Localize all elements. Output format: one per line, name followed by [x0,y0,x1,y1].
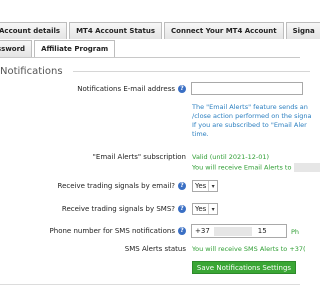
tabs-row-top: Account details MT4 Account Status Conne… [0,22,320,39]
phone-input[interactable]: +37 15 [191,224,287,238]
masked-email [293,163,320,172]
email-signals-label: Receive trading signals by email? [57,182,175,190]
tab-mt4-account-status[interactable]: MT4 Account Status [69,22,163,39]
tab-account-details[interactable]: Account details [0,22,68,39]
subscription-note: You will receive Email Alerts to [192,163,292,172]
subscription-label-row: "Email Alerts" subscription [0,152,186,162]
info-line-3: If you are subscribed to "Email Aler [192,121,307,129]
email-label: Notifications E-mail address [77,84,175,93]
help-icon[interactable]: ? [178,182,186,190]
help-icon[interactable]: ? [178,227,186,235]
section-title: Notifications [0,66,63,77]
email-signals-label-row: Receive trading signals by email? ? [0,180,186,192]
help-icon[interactable]: ? [178,84,186,93]
email-signals-value: Yes [195,182,207,190]
tabs-row-bottom: ssword Affiliate Program [0,40,117,57]
chevron-down-icon: ▾ [208,204,217,214]
subscription-label: "Email Alerts" subscription [92,153,186,161]
save-notifications-button[interactable]: Save Notifications Settings [192,261,296,274]
email-label-row: Notifications E-mail address ? [0,82,186,95]
phone-label-row: Phone number for SMS notifications ? [0,224,186,238]
masked-phone [213,226,252,236]
tab-connect-mt4-account[interactable]: Connect Your MT4 Account [164,22,284,39]
help-icon[interactable]: ? [178,205,186,213]
sms-signals-label: Receive trading signals by SMS? [61,205,175,213]
info-line-1: The "Email Alerts" feature sends an [192,103,308,111]
phone-prefix: +37 [195,227,210,235]
bottom-divider [0,284,300,285]
notifications-email-input[interactable] [191,82,303,95]
subscription-note-row: You will receive Email Alerts to [192,163,320,172]
section-divider [72,71,310,72]
sms-signals-value: Yes [195,205,207,213]
phone-suffix: 15 [257,227,267,235]
phone-label: Phone number for SMS notifications [49,227,175,235]
tab-affiliate-program[interactable]: Affiliate Program [34,40,116,57]
info-line-2: /close action performed on the signa [192,112,312,120]
tab-signals[interactable]: Signa [285,22,320,39]
notifications-section-header: Notifications [0,66,310,77]
tabs-divider [0,57,300,58]
tab-password[interactable]: ssword [0,40,33,57]
sms-status-value: You will receive SMS Alerts to +37( [192,245,306,253]
sms-status-label-row: SMS Alerts status [0,244,186,254]
chevron-down-icon: ▾ [208,181,217,191]
sms-signals-select[interactable]: Yes ▾ [192,203,218,215]
subscription-status: Valid (until 2021-12-01) [192,153,270,161]
info-line-4: time. [192,130,209,138]
sms-signals-label-row: Receive trading signals by SMS? ? [0,203,186,215]
phone-trailing: Ph [291,228,300,236]
sms-status-label: SMS Alerts status [124,245,186,253]
email-signals-select[interactable]: Yes ▾ [192,180,218,192]
